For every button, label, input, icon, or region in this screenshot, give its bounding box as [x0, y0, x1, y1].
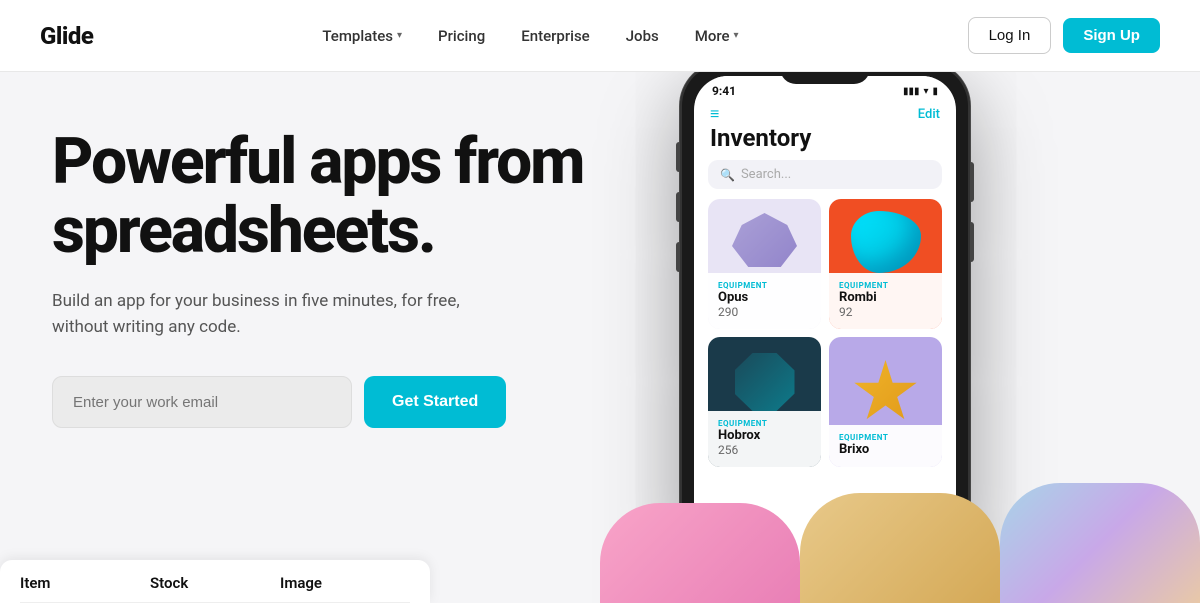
card-info-brixo: EQUIPMENT Brixo: [829, 425, 942, 467]
card-category-opus: EQUIPMENT: [718, 281, 811, 290]
card-stock-rombi: 92: [839, 305, 932, 319]
login-button[interactable]: Log In: [968, 17, 1052, 54]
brixo-shape-icon: [853, 360, 918, 425]
nav-item-more[interactable]: More ▾: [681, 19, 753, 53]
table-col-stock: Stock: [150, 574, 280, 592]
inventory-card-brixo[interactable]: EQUIPMENT Brixo: [829, 337, 942, 467]
email-input[interactable]: [52, 376, 352, 428]
nav-label-enterprise: Enterprise: [521, 27, 589, 45]
nav-label-templates: Templates: [322, 27, 393, 45]
hero-title: Powerful apps from spreadsheets.: [52, 127, 612, 265]
inventory-card-opus[interactable]: EQUIPMENT Opus 290: [708, 199, 821, 329]
inventory-card-hobrox[interactable]: EQUIPMENT Hobrox 256: [708, 337, 821, 467]
gold-blob: [800, 493, 1000, 603]
signal-icon: ▮▮▮: [903, 86, 920, 97]
card-name-brixo: Brixo: [839, 442, 932, 457]
opus-shape-icon: [732, 213, 797, 273]
inventory-grid: EQUIPMENT Opus 290 EQUIPMENT Rombi: [694, 199, 956, 467]
card-name-hobrox: Hobrox: [718, 428, 811, 443]
search-placeholder-text: Search...: [741, 167, 791, 182]
card-stock-opus: 290: [718, 305, 811, 319]
rombi-shape-icon: [851, 211, 921, 273]
nav-item-templates[interactable]: Templates ▾: [308, 19, 416, 53]
logo[interactable]: Glide: [40, 22, 93, 50]
card-name-opus: Opus: [718, 290, 811, 305]
search-icon: 🔍: [720, 168, 735, 182]
nav-item-pricing[interactable]: Pricing: [424, 19, 499, 53]
nav-label-more: More: [695, 27, 730, 45]
wifi-icon: ▾: [923, 86, 928, 97]
main-content: Powerful apps from spreadsheets. Build a…: [0, 72, 1200, 603]
card-category-brixo: EQUIPMENT: [839, 433, 932, 442]
hero-section: Powerful apps from spreadsheets. Build a…: [0, 72, 620, 603]
battery-icon: ▮: [932, 86, 938, 97]
hero-phone-area: 9:41 ▮▮▮ ▾ ▮ ≡ Edit Inventory: [620, 72, 1200, 603]
card-category-rombi: EQUIPMENT: [839, 281, 932, 290]
table-col-image: Image: [280, 574, 410, 592]
multi-blob: [1000, 483, 1200, 603]
nav-label-pricing: Pricing: [438, 27, 485, 45]
phone-notch: [780, 72, 870, 84]
card-info-opus: EQUIPMENT Opus 290: [708, 273, 821, 329]
table-header: Item Stock Image: [20, 574, 410, 603]
card-category-hobrox: EQUIPMENT: [718, 419, 811, 428]
nav-item-enterprise[interactable]: Enterprise: [507, 19, 603, 53]
card-info-rombi: EQUIPMENT Rombi 92: [829, 273, 942, 329]
nav-item-jobs[interactable]: Jobs: [612, 19, 673, 53]
menu-icon: ≡: [710, 106, 719, 122]
status-icons: ▮▮▮ ▾ ▮: [903, 86, 938, 97]
nav-links: Templates ▾ Pricing Enterprise Jobs More…: [308, 19, 752, 53]
nav-actions: Log In Sign Up: [968, 17, 1160, 54]
decorative-blobs: [600, 483, 1200, 603]
hero-subtitle: Build an app for your business in five m…: [52, 289, 472, 340]
spreadsheet-preview: Item Stock Image: [0, 560, 430, 603]
inventory-card-rombi[interactable]: EQUIPMENT Rombi 92: [829, 199, 942, 329]
email-form: Get Started: [52, 376, 620, 428]
get-started-button[interactable]: Get Started: [364, 376, 506, 428]
pink-blob: [600, 503, 800, 603]
card-info-hobrox: EQUIPMENT Hobrox 256: [708, 411, 821, 467]
search-bar[interactable]: 🔍 Search...: [708, 160, 942, 189]
edit-link[interactable]: Edit: [918, 107, 940, 122]
signup-button[interactable]: Sign Up: [1063, 18, 1160, 53]
app-header: ≡ Edit: [694, 102, 956, 122]
nav-label-jobs: Jobs: [626, 27, 659, 45]
chevron-down-icon: ▾: [397, 30, 402, 41]
chevron-down-icon-more: ▾: [734, 30, 739, 41]
app-title: Inventory: [694, 122, 956, 160]
card-stock-hobrox: 256: [718, 443, 811, 457]
navbar: Glide Templates ▾ Pricing Enterprise Job…: [0, 0, 1200, 72]
status-time: 9:41: [712, 84, 736, 98]
table-col-item: Item: [20, 574, 150, 592]
card-name-rombi: Rombi: [839, 290, 932, 305]
hobrox-shape-icon: [735, 353, 795, 411]
